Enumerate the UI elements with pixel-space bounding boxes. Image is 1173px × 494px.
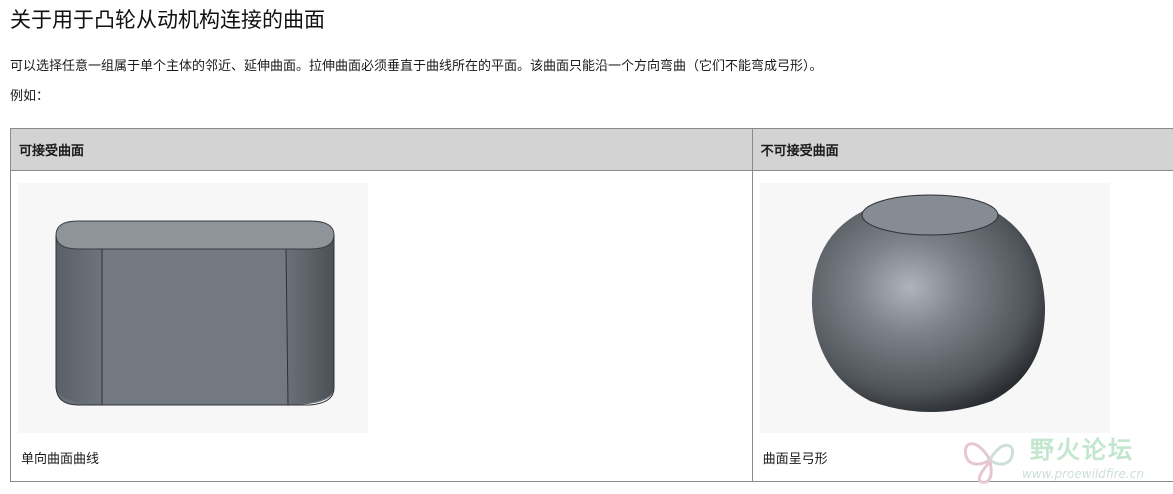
description-text: 可以选择任意一组属于单个主体的邻近、延伸曲面。拉伸曲面必须垂直于曲线所在的平面。…: [10, 59, 823, 74]
comparison-table: 可接受曲面 不可接受曲面 单向曲面曲线 曲面呈弓形: [10, 128, 1173, 482]
header-acceptable: 可接受曲面: [10, 128, 753, 171]
caption-unacceptable: 曲面呈弓形: [762, 452, 828, 467]
extruded-slot-image: [18, 183, 368, 433]
header-unacceptable: 不可接受曲面: [751, 128, 1173, 171]
help-page: 关于用于凸轮从动机构连接的曲面 可以选择任意一组属于单个主体的邻近、延伸曲面。拉…: [0, 0, 1173, 494]
table-header-row: 可接受曲面 不可接受曲面: [10, 128, 1173, 171]
watermark-text: 野火论坛: [1030, 436, 1134, 464]
extruded-slot-shape: [55, 220, 335, 406]
example-label: 例如：: [10, 89, 50, 104]
bowed-sphere-image: [759, 183, 1110, 433]
acceptable-cell: 单向曲面曲线: [10, 170, 753, 482]
forum-watermark: 野火论坛 www.proewildfire.cn: [960, 430, 1170, 490]
caption-acceptable: 单向曲面曲线: [21, 452, 100, 467]
page-title: 关于用于凸轮从动机构连接的曲面: [10, 8, 325, 32]
watermark-url: www.proewildfire.cn: [1022, 467, 1144, 481]
butterfly-logo-icon: [963, 442, 1015, 484]
bowed-sphere-shape: [811, 194, 1045, 412]
